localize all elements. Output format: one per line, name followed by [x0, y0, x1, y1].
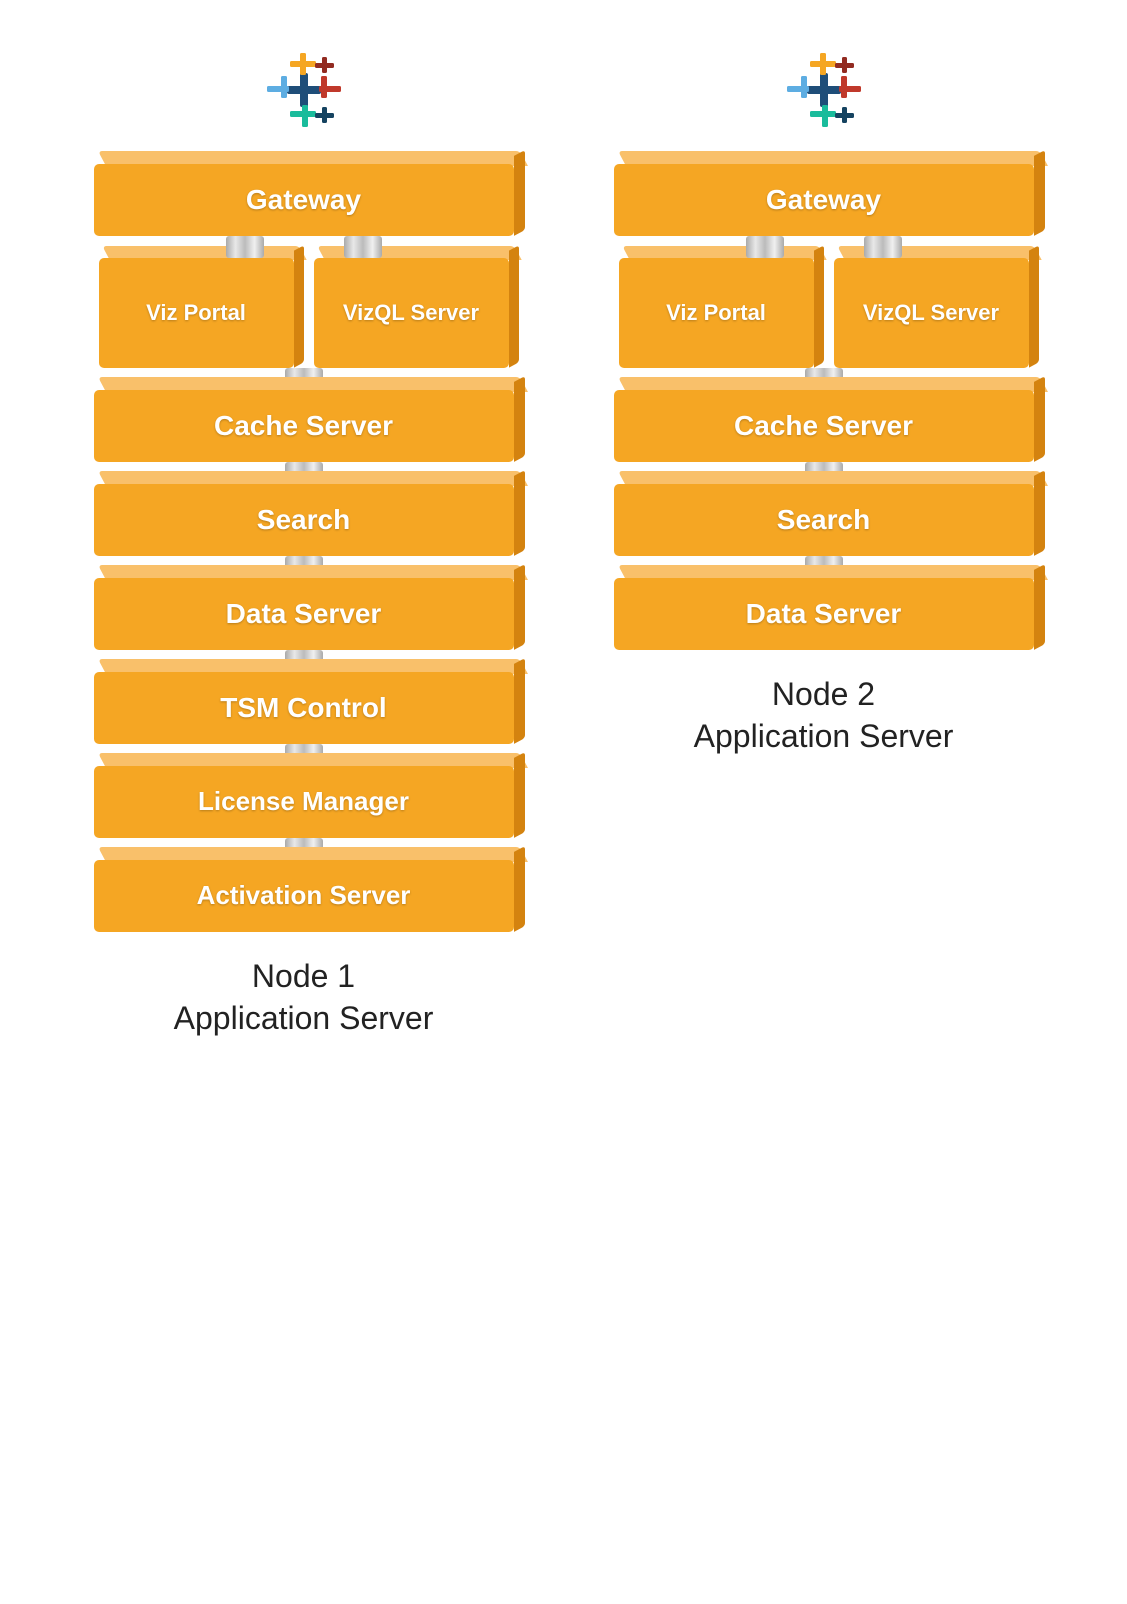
dataserver1-label: Data Server — [226, 597, 382, 631]
connector-right — [344, 236, 382, 258]
search1-label: Search — [257, 503, 350, 537]
dataserver2-label: Data Server — [746, 597, 902, 631]
vizportal2-block: Viz Portal — [619, 258, 814, 368]
connector-left — [226, 236, 264, 258]
double-block-node1: Viz Portal VizQL Server — [94, 258, 514, 368]
search2-block: Search — [614, 484, 1034, 556]
vizql1-block: VizQL Server — [314, 258, 509, 368]
vizql2-label: VizQL Server — [863, 299, 999, 327]
cache1-block: Cache Server — [94, 390, 514, 462]
connector2-right — [864, 236, 902, 258]
connector2-left — [746, 236, 784, 258]
node1-column: Gateway Viz Portal VizQL Serv — [74, 40, 534, 1039]
node1-label: Node 1 Application Server — [174, 956, 434, 1039]
double-block-node2: Viz Portal VizQL Server — [614, 258, 1034, 368]
activation1-label: Activation Server — [197, 880, 411, 911]
vizql2-block: VizQL Server — [834, 258, 1029, 368]
search2-label: Search — [777, 503, 870, 537]
license1-block: License Manager — [94, 766, 514, 838]
dataserver1-block: Data Server — [94, 578, 514, 650]
search1-block: Search — [94, 484, 514, 556]
tsm1-label: TSM Control — [220, 691, 386, 725]
dataserver2-block: Data Server — [614, 578, 1034, 650]
node1-logo — [254, 40, 354, 140]
cache1-label: Cache Server — [214, 409, 393, 443]
gateway1-block: Gateway — [94, 164, 514, 236]
vizportal1-label: Viz Portal — [146, 299, 246, 327]
vizportal1-block: Viz Portal — [99, 258, 294, 368]
gateway2-label: Gateway — [766, 183, 881, 217]
page-container: Gateway Viz Portal VizQL Serv — [0, 20, 1127, 1059]
license1-label: License Manager — [198, 786, 409, 817]
activation1-block: Activation Server — [94, 860, 514, 932]
cache2-block: Cache Server — [614, 390, 1034, 462]
gateway1-label: Gateway — [246, 183, 361, 217]
node2-logo — [774, 40, 874, 140]
vizql1-label: VizQL Server — [343, 299, 479, 327]
node2-label: Node 2 Application Server — [694, 674, 954, 757]
gateway2-block: Gateway — [614, 164, 1034, 236]
vizportal2-label: Viz Portal — [666, 299, 766, 327]
cache2-label: Cache Server — [734, 409, 913, 443]
node2-column: Gateway Viz Portal VizQL Serv — [594, 40, 1054, 757]
tsm1-block: TSM Control — [94, 672, 514, 744]
